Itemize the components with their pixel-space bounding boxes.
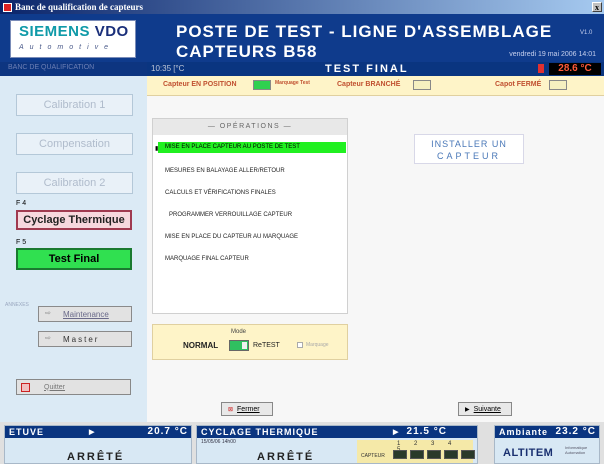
app-header: SIEMENS VDO Automotive POSTE DE TEST - L…	[0, 14, 604, 62]
annexes-label: ANNEXES	[5, 302, 29, 308]
ambiante-panel: Ambiante 23.2 °C ALTITEM Informatique Au…	[494, 425, 600, 464]
etuve-temp: 20.7 °C	[147, 426, 188, 437]
play-icon: ▶	[465, 406, 470, 413]
bottom-status-bar: ETUVE ▶ 20.7 °C ARRÊTÉ CYCLAGE THERMIQUE…	[0, 422, 604, 464]
instruction-line-1: INSTALLER UN	[431, 139, 507, 149]
capteur-position-led	[253, 80, 271, 90]
close-label: Fermer	[237, 405, 260, 413]
close-button[interactable]: ⊠ Fermer	[221, 402, 273, 416]
mode-normal-label: NORMAL	[183, 341, 219, 350]
arrow-icon: ⇨	[45, 335, 51, 342]
f4-key-label: F 4	[16, 200, 27, 207]
siemens-vdo-logo: SIEMENS VDO Automotive	[10, 20, 136, 58]
operation-item: MISE EN PLACE DU CAPTEUR AU MARQUAGE	[165, 234, 299, 240]
indicator-bar: Capteur EN POSITION Marquage Test Capteu…	[147, 76, 604, 96]
sidebar: BANC DE QUALIFICATION Calibration 1 Comp…	[0, 62, 147, 422]
version-label: V1.0	[580, 30, 593, 36]
app-icon	[3, 2, 12, 12]
operation-item: PROGRAMMER VERROUILLAGE CAPTEUR	[169, 212, 293, 218]
mode-label: Mode	[231, 329, 247, 335]
next-button[interactable]: ▶ Suivante	[458, 402, 512, 416]
capteur-indicator-group: 1 2 3 4 5 CAPTEUR	[357, 440, 475, 463]
etuve-panel: ETUVE ▶ 20.7 °C ARRÊTÉ	[4, 425, 192, 464]
etuve-title: ETUVE	[9, 427, 45, 437]
capteur-led	[444, 450, 458, 459]
capteur-led	[393, 450, 407, 459]
operation-item: MESURES EN BALAYAGE ALLER/RETOUR	[165, 168, 285, 174]
marquage-checkbox[interactable]	[297, 342, 303, 348]
mode-toggle[interactable]	[229, 340, 249, 351]
quit-button[interactable]: Quitter	[16, 379, 131, 395]
compensation-button[interactable]: Compensation	[16, 133, 133, 155]
master-button[interactable]: ⇨ Master	[38, 331, 132, 347]
capot-ferme-led	[549, 80, 567, 90]
arrow-icon: ⇨	[45, 310, 51, 317]
mode-panel: Mode NORMAL ReTEST Marquage	[152, 324, 348, 360]
thermometer-icon	[538, 64, 544, 73]
ambiante-temp: 23.2 °C	[555, 426, 596, 437]
quit-label: Quitter	[44, 383, 66, 391]
marquage-checkbox-label: Marquage	[306, 342, 329, 348]
instruction-box: INSTALLER UN CAPTEUR	[414, 134, 524, 164]
altitem-logo: ALTITEM	[503, 447, 554, 459]
window-titlebar: Banc de qualification de capteurs x	[0, 0, 604, 14]
ambiante-title: Ambiante	[499, 427, 549, 437]
mode-retest-label: ReTEST	[253, 342, 280, 349]
capteur-branche-led	[413, 80, 431, 90]
capteur-branche-label: Capteur BRANCHÉ	[337, 81, 401, 88]
mode-title: TEST FINAL	[325, 63, 409, 75]
maintenance-button[interactable]: ⇨ Maintenance	[38, 306, 132, 322]
master-label: Master	[63, 334, 100, 344]
status-bar: 10:35 [°C TEST FINAL 28.6 °C	[147, 62, 604, 76]
arrow-right-icon: ▶	[393, 429, 400, 436]
instruction-line-2: CAPTEUR	[436, 151, 501, 161]
cyclage-thermique-button[interactable]: Cyclage Thermique	[16, 210, 132, 230]
operations-panel: — OPÉRATIONS — ▮ MISE EN PLACE CAPTEUR A…	[152, 118, 348, 314]
operation-label: MISE EN PLACE CAPTEUR AU POSTE DE TEST	[165, 144, 300, 150]
capteur-label: CAPTEUR	[361, 453, 385, 459]
sidebar-top-strip: BANC DE QUALIFICATION	[0, 62, 147, 76]
cyclage-subtitle: 15/05/06 14h00	[201, 439, 236, 445]
cyclage-temp: 21.5 °C	[406, 426, 447, 437]
logo-brand: SIEMENS	[19, 23, 91, 40]
marquage-test-label: Marquage Test	[275, 80, 310, 86]
maintenance-label: Maintenance	[63, 309, 109, 319]
capteur-position-label: Capteur EN POSITION	[163, 81, 237, 88]
status-time: 10:35 [°C	[151, 64, 185, 73]
toggle-knob	[242, 342, 247, 349]
calibration-2-button[interactable]: Calibration 2	[16, 172, 133, 194]
date-label: vendredi 19 mai 2006 14:01	[509, 51, 596, 58]
f5-key-label: F 5	[16, 239, 27, 246]
quit-icon	[21, 382, 30, 392]
cyclage-state: ARRÊTÉ	[257, 451, 315, 463]
next-label: Suivante	[473, 405, 501, 413]
capteur-led	[427, 450, 441, 459]
calibration-1-button[interactable]: Calibration 1	[16, 94, 133, 116]
temperature-readout: 28.6 °C	[549, 63, 601, 75]
operation-item: ▮ MISE EN PLACE CAPTEUR AU POSTE DE TEST	[155, 142, 346, 153]
current-step-icon: ▮	[155, 146, 159, 152]
cyclage-panel: CYCLAGE THERMIQUE ▶ 21.5 °C 15/05/06 14h…	[196, 425, 478, 464]
altitem-tagline: Informatique Automation	[565, 445, 588, 455]
capteur-led	[461, 450, 475, 459]
test-final-button[interactable]: Test Final	[16, 248, 132, 270]
logo-brand-vdo: VDO	[94, 23, 129, 40]
arrow-right-icon: ▶	[89, 429, 96, 436]
capot-ferme-label: Capot FERMÉ	[495, 81, 542, 88]
window-title: Banc de qualification de capteurs	[15, 2, 144, 12]
main-panel: 10:35 [°C TEST FINAL 28.6 °C Capteur EN …	[147, 62, 604, 422]
cyclage-title: CYCLAGE THERMIQUE	[201, 427, 319, 437]
window-close-button[interactable]: x	[592, 2, 602, 12]
logo-tagline: Automotive	[19, 44, 115, 51]
etuve-state: ARRÊTÉ	[67, 451, 125, 463]
operation-item: MARQUAGE FINAL CAPTEUR	[165, 256, 249, 262]
capteur-led	[410, 450, 424, 459]
close-icon: ⊠	[228, 406, 234, 413]
operation-item: CALCULS ET VÉRIFICATIONS FINALES	[165, 190, 276, 196]
operations-header: — OPÉRATIONS —	[153, 119, 347, 135]
